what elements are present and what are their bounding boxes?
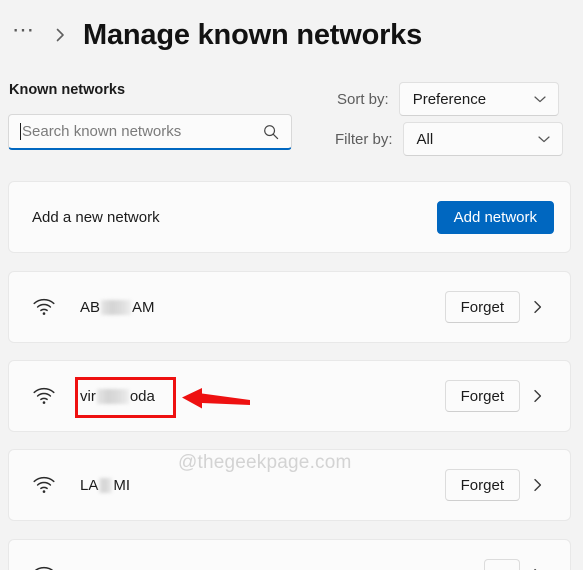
redacted-segment xyxy=(101,299,132,315)
manage-known-networks-page: ⋯ Manage known networks Known networks S… xyxy=(0,0,583,570)
wifi-icon xyxy=(31,476,57,494)
network-name-prefix: vir xyxy=(80,387,96,405)
chevron-down-icon xyxy=(537,134,551,144)
breadcrumb: ⋯ Manage known networks xyxy=(0,10,583,60)
network-name-prefix: AB xyxy=(80,298,101,316)
network-name: vir oda xyxy=(80,388,445,405)
chevron-right-icon[interactable] xyxy=(520,476,556,494)
filter-by-value: All xyxy=(416,130,434,148)
sort-by-value: Preference xyxy=(412,90,487,108)
add-network-button[interactable]: Add network xyxy=(436,200,554,234)
network-card: vir oda Forget xyxy=(8,360,571,432)
sort-by-label: Sort by: xyxy=(337,90,389,108)
chevron-right-icon[interactable] xyxy=(520,566,556,570)
network-name-prefix: LA xyxy=(80,476,99,494)
chevron-down-icon xyxy=(533,94,547,104)
add-network-card: Add a new network Add network xyxy=(8,181,571,253)
network-name: AB AM xyxy=(80,299,445,316)
sort-by-dropdown[interactable]: Preference xyxy=(398,82,559,116)
forget-button[interactable]: Forget xyxy=(444,380,520,412)
section-label-known-networks: Known networks xyxy=(9,82,126,98)
search-placeholder: Search known networks xyxy=(22,123,182,140)
chevron-right-icon xyxy=(54,26,67,44)
redacted-segment xyxy=(99,477,113,493)
text-caret xyxy=(20,123,21,140)
search-icon[interactable] xyxy=(263,124,279,140)
network-name: LA MI xyxy=(80,477,445,494)
wifi-icon xyxy=(31,566,57,570)
sort-by-control: Sort by: Preference xyxy=(337,82,559,116)
network-card: AB AM Forget xyxy=(8,271,571,343)
forget-button[interactable]: Forget xyxy=(444,291,520,323)
chevron-right-icon[interactable] xyxy=(520,387,556,405)
forget-button[interactable] xyxy=(483,559,520,570)
forget-button[interactable]: Forget xyxy=(444,469,520,501)
ellipsis-icon[interactable]: ⋯ xyxy=(12,19,36,51)
wifi-icon xyxy=(31,387,57,405)
page-title: Manage known networks xyxy=(83,18,423,51)
redacted-segment xyxy=(96,388,129,404)
add-network-label: Add a new network xyxy=(32,208,160,226)
network-name-suffix: oda xyxy=(129,387,155,405)
search-input[interactable]: Search known networks xyxy=(8,114,292,150)
network-name-suffix: AM xyxy=(132,298,155,316)
filter-by-dropdown[interactable]: All xyxy=(402,122,563,156)
network-card: LA MI Forget xyxy=(8,449,571,521)
network-name-suffix: MI xyxy=(113,476,131,494)
network-card-partial xyxy=(8,539,571,570)
filter-by-control: Filter by: All xyxy=(335,122,563,156)
filter-by-label: Filter by: xyxy=(335,130,393,148)
wifi-icon xyxy=(31,298,57,316)
chevron-right-icon[interactable] xyxy=(520,298,556,316)
